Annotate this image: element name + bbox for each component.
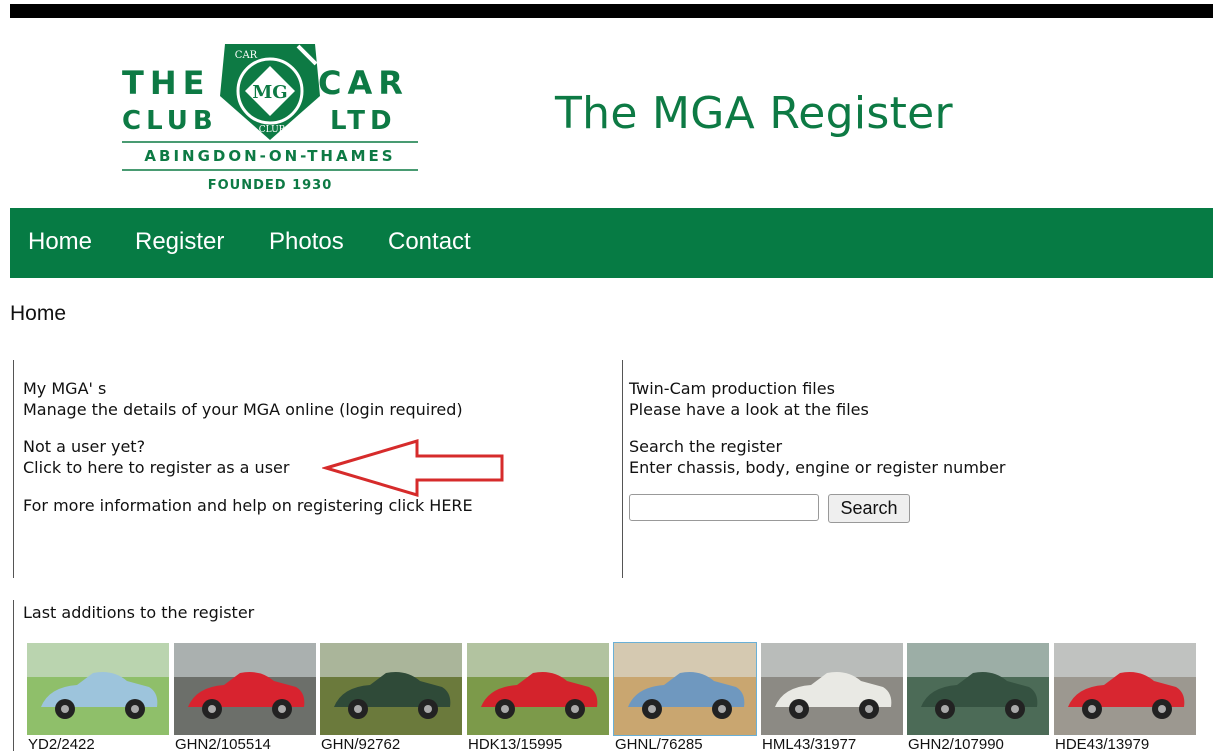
site-title: The MGA Register xyxy=(555,88,953,139)
register-user-link[interactable]: Click to here to register as a user xyxy=(23,458,289,477)
car-photo-icon xyxy=(174,643,316,735)
search-input[interactable] xyxy=(629,494,819,521)
car-thumbnail-caption[interactable]: HDE43/13979 xyxy=(1055,736,1149,753)
not-user-heading: Not a user yet? xyxy=(23,437,146,456)
more-info-link[interactable]: For more information and help on registe… xyxy=(23,496,473,515)
svg-text:MG: MG xyxy=(252,82,287,103)
my-mgas-description: Manage the details of your MGA online (l… xyxy=(23,400,463,419)
nav-register[interactable]: Register xyxy=(135,228,224,256)
search-button[interactable]: Search xyxy=(828,494,910,523)
svg-text:ABINGDON-ON-THAMES: ABINGDON-ON-THAMES xyxy=(144,147,395,165)
car-thumbnail-4[interactable] xyxy=(467,643,609,735)
car-photo-icon xyxy=(1054,643,1196,735)
car-thumbnail-caption[interactable]: GHNL/76285 xyxy=(615,736,703,753)
svg-text:CLUB: CLUB xyxy=(122,106,218,136)
car-photo-icon xyxy=(320,643,462,735)
search-description: Enter chassis, body, engine or register … xyxy=(629,458,1006,477)
svg-text:LTD: LTD xyxy=(330,106,397,136)
last-additions-heading: Last additions to the register xyxy=(23,603,255,622)
car-photo-icon xyxy=(27,643,169,735)
car-thumbnail-5[interactable] xyxy=(613,642,757,736)
car-thumbnail-caption[interactable]: GHN/92762 xyxy=(321,736,400,753)
car-thumbnail-7[interactable] xyxy=(907,643,1049,735)
red-arrow-icon xyxy=(322,438,504,498)
car-thumbnail-caption[interactable]: GHN2/105514 xyxy=(175,736,271,753)
car-thumbnail-2[interactable] xyxy=(174,643,316,735)
svg-text:CLUB: CLUB xyxy=(259,125,286,135)
additions-border xyxy=(13,600,14,751)
top-border-bar xyxy=(10,4,1213,18)
car-thumbnail-caption[interactable]: GHN2/107990 xyxy=(908,736,1004,753)
car-photo-icon xyxy=(761,643,903,735)
car-thumbnail-6[interactable] xyxy=(761,643,903,735)
twincam-description: Please have a look at the files xyxy=(629,400,869,419)
my-mgas-link[interactable]: My MGA' s xyxy=(23,379,106,398)
left-panel-border xyxy=(13,360,14,578)
car-thumbnail-1[interactable] xyxy=(27,643,169,735)
car-thumbnail-3[interactable] xyxy=(320,643,462,735)
breadcrumb: Home xyxy=(10,302,67,325)
svg-text:CAR: CAR xyxy=(318,64,409,102)
svg-text:FOUNDED 1930: FOUNDED 1930 xyxy=(208,178,333,193)
svg-text:THE: THE xyxy=(122,64,210,102)
main-nav: Home Register Photos Contact xyxy=(10,208,1213,278)
car-photo-icon xyxy=(467,643,609,735)
car-thumbnail-8[interactable] xyxy=(1054,643,1196,735)
car-photo-icon xyxy=(907,643,1049,735)
car-thumbnail-caption[interactable]: HDK13/15995 xyxy=(468,736,562,753)
car-thumbnail-caption[interactable]: HML43/31977 xyxy=(762,736,856,753)
car-photo-icon xyxy=(614,643,756,735)
twincam-link[interactable]: Twin-Cam production files xyxy=(629,379,835,398)
mg-car-club-logo[interactable]: THE CAR CLUB LTD MG CAR CLUB ABINGDON-ON… xyxy=(120,36,420,196)
search-heading: Search the register xyxy=(629,437,783,456)
nav-photos[interactable]: Photos xyxy=(269,228,344,256)
nav-home[interactable]: Home xyxy=(28,228,92,256)
panel-divider xyxy=(622,360,623,578)
svg-text:CAR: CAR xyxy=(235,50,258,61)
mg-badge-icon: MG CAR CLUB xyxy=(220,44,320,140)
nav-contact[interactable]: Contact xyxy=(388,228,471,256)
car-thumbnail-caption[interactable]: YD2/2422 xyxy=(28,736,95,753)
